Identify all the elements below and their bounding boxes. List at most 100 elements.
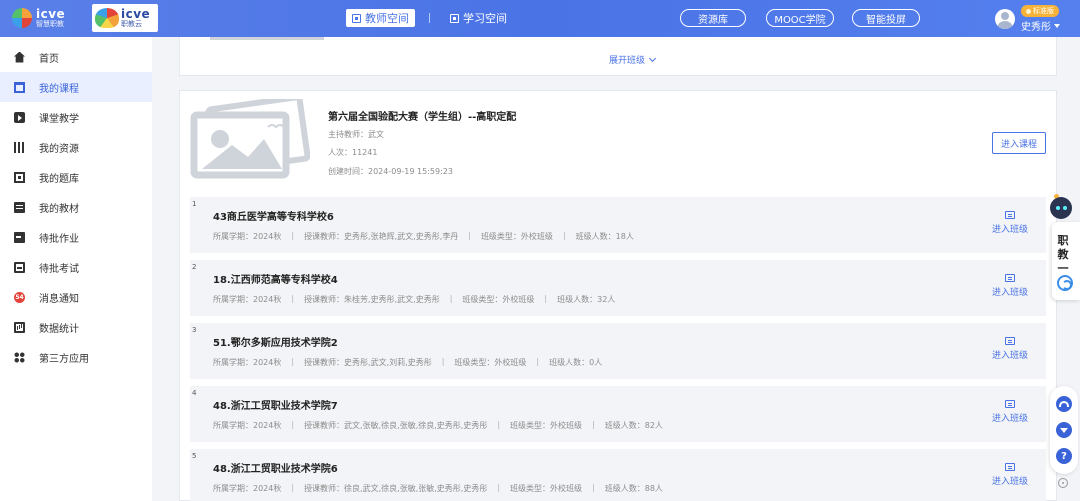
tab-study-space[interactable]: 学习空间 [444,9,513,27]
ai-robot-icon[interactable] [1050,197,1072,219]
class-term: 所属学期：2024秋 [213,421,282,430]
row-number: 2 [192,263,197,271]
class-students: 班级人数：0人 [549,358,603,367]
chevron-down-icon [648,54,657,62]
chevron-down-icon [1054,23,1060,28]
class-type: 班级类型：外校班级 [480,232,553,241]
space-tabs: 教师空间 学习空间 [346,9,513,27]
sidebar-item-homework[interactable]: 待批作业 [0,222,152,252]
zjy-logo[interactable]: icve 职教云 [92,4,158,32]
message-icon: 54 [14,291,25,303]
row-number: 4 [192,389,197,397]
enter-class-button[interactable]: 进入班级 [985,337,1035,365]
enter-class-button[interactable]: 进入班级 [985,400,1035,428]
play-icon [14,111,25,123]
logo2-title: icve [121,7,151,21]
user-menu[interactable]: 标准版 史秀彤 [995,5,1060,33]
enter-class-label: 进入班级 [991,477,1028,487]
class-row: 2 18.江西师范高等专科学校4 所属学期：2024秋 | 授课教师：朱桂芳,史秀… [190,260,1046,316]
sidebar-item-statistics[interactable]: 数据统计 [0,312,152,342]
enter-class-button[interactable]: 进入班级 [985,211,1035,239]
sidebar-item-resources[interactable]: 我的资源 [0,132,152,162]
top-header: icve 智慧职教 icve 职教云 教师空间 学习空间 资源库 MOOC学院 … [0,0,1080,37]
divider: | [449,294,453,303]
sidebar-item-label: 首页 [39,53,59,65]
sidebar-item-label: 我的资源 [39,143,79,155]
edition-badge: 标准版 [1021,5,1059,17]
expand-label: 展开班级 [609,56,646,66]
robot-eye [1055,206,1060,210]
sidebar-item-question-bank[interactable]: 我的题库 [0,162,152,192]
class-name: 48.浙江工贸职业技术学院6 [213,464,338,475]
logo-title: icve [36,7,66,21]
row-number: 5 [192,452,197,460]
download-button[interactable] [1056,422,1072,438]
smart-cast-button[interactable]: 智能投屏 [852,9,920,27]
icve-logo[interactable]: icve 智慧职教 [12,6,88,30]
class-type: 班级类型：外校班级 [510,484,583,493]
logo2-subtitle: 职教云 [121,20,142,28]
class-name: 18.江西师范高等专科学校4 [213,275,338,286]
download-icon [1060,427,1068,433]
sidebar-item-classroom[interactable]: 课堂教学 [0,102,152,132]
teacher-space-icon [352,13,361,23]
class-students: 班级人数：82人 [604,421,663,430]
question-bank-icon [14,171,25,183]
divider: | [592,420,595,429]
enter-class-button[interactable]: 进入班级 [985,274,1035,302]
enter-course-button[interactable]: 进入课程 [992,132,1046,154]
class-type: 班级类型：外校班级 [510,421,583,430]
homework-icon [14,231,25,243]
class-students: 班级人数：88人 [604,484,663,493]
sidebar: 首页 我的课程 课堂教学 我的资源 我的题库 我的教材 待批作业 待批考试 54… [0,37,152,501]
divider: | [291,294,295,303]
class-row: 3 51.鄂尔多斯应用技术学院2 所属学期：2024秋 | 授课教师：史秀彤,武文… [190,323,1046,379]
ai-assistant-panel[interactable]: 职教一 [1052,222,1080,300]
sidebar-item-exams[interactable]: 待批考试 [0,252,152,282]
sidebar-item-home[interactable]: 首页 [0,42,152,72]
class-teachers: 授课教师：武文,张敏,徐良,张敏,徐良,史秀彤,史秀彤 [304,421,488,430]
textbook-icon [14,201,25,213]
sidebar-item-my-courses[interactable]: 我的课程 [0,72,152,102]
row-number: 3 [192,326,197,334]
resource-library-button[interactable]: 资源库 [680,9,746,27]
tab-label: 学习空间 [463,12,507,25]
course-title[interactable]: 第六届全国验配大赛（学生组）--高职定配 [328,108,516,123]
sidebar-item-label: 我的课程 [39,83,79,95]
course-count: 人次：11241 [328,148,378,157]
icve-logo-mark-icon [12,8,32,28]
sidebar-item-label: 我的题库 [39,173,79,185]
enter-class-button[interactable]: 进入班级 [985,463,1035,491]
enter-class-label: 进入班级 [991,225,1028,235]
help-button[interactable]: ? [1056,448,1072,464]
class-students: 班级人数：18人 [575,232,634,241]
divider: | [291,420,295,429]
tab-label: 教师空间 [365,12,409,25]
divider: | [544,294,548,303]
class-teachers: 授课教师：史秀彤,张艳辉,武文,史秀彤,李丹 [304,232,459,241]
user-name: 史秀彤 [1021,22,1051,33]
class-teachers: 授课教师：朱桂芳,史秀彤,武文,史秀彤 [304,295,440,304]
sidebar-item-textbooks[interactable]: 我的教材 [0,192,152,222]
divider: | [497,483,501,492]
enter-class-label: 进入班级 [991,414,1028,424]
sidebar-item-label: 消息通知 [39,293,79,305]
logo-subtitle: 智慧职教 [36,20,64,28]
divider: | [497,420,501,429]
sidebar-item-third-party[interactable]: 第三方应用 [0,342,152,372]
edition-badge-label: 标准版 [1033,7,1054,15]
class-name: 43商丘医学高等专科学校6 [213,212,334,223]
mooc-button[interactable]: MOOC学院 [766,9,834,27]
customer-service-button[interactable] [1056,396,1072,412]
expand-classes-button[interactable]: 展开班级 [609,53,657,66]
sidebar-item-messages[interactable]: 54 消息通知 [0,282,152,312]
divider: | [536,357,540,366]
divider: | [562,231,566,240]
class-icon [1005,274,1015,282]
tab-divider [429,13,430,23]
back-to-top-button[interactable] [1058,478,1068,488]
avatar [995,9,1015,29]
course-cover-image-icon [190,99,310,179]
tab-teacher-space[interactable]: 教师空间 [346,9,415,27]
class-row: 5 48.浙江工贸职业技术学院6 所属学期：2024秋 | 授课教师：徐良,武文,… [190,449,1046,501]
